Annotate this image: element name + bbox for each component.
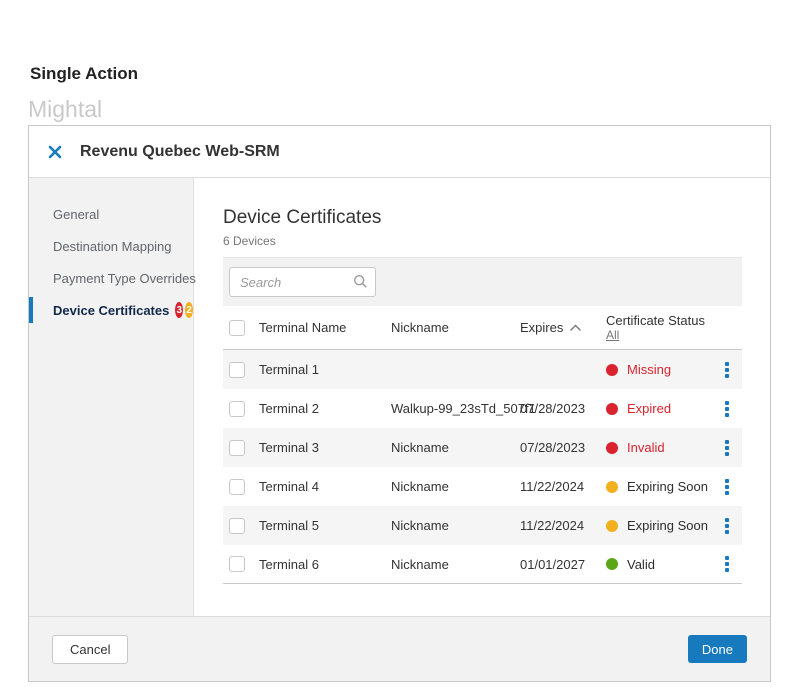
search-field-wrap	[229, 267, 376, 297]
expires-date: 01/01/2027	[520, 556, 586, 572]
terminal-name: Terminal 1	[259, 362, 319, 377]
nickname: Walkup-99_23sTd_507f1	[391, 401, 536, 416]
sidebar-item-label: Payment Type Overrides	[53, 270, 196, 286]
cancel-button[interactable]: Cancel	[52, 634, 129, 664]
status-label: Invalid	[627, 440, 665, 455]
sidebar-item-label: Destination Mapping	[53, 238, 172, 254]
sidebar-item-payment-type-overrides[interactable]: Payment Type Overrides	[29, 262, 196, 294]
row-menu-kebab-icon[interactable]	[721, 397, 733, 421]
row-menu-kebab-icon[interactable]	[721, 514, 733, 538]
row-menu-kebab-icon[interactable]	[721, 436, 733, 460]
status-dot-icon	[606, 441, 618, 454]
row-checkbox[interactable]	[229, 517, 245, 534]
status-label: Expired	[627, 401, 672, 416]
terminal-name: Terminal 3	[259, 440, 319, 455]
row-checkbox[interactable]	[229, 478, 245, 495]
certificate-status: Expiring Soon	[606, 518, 712, 533]
status-label: Expiring Soon	[627, 479, 708, 494]
terminal-name: Terminal 6	[259, 556, 319, 572]
modal-body: General Destination Mapping Payment Type…	[29, 178, 770, 616]
status-label: Expiring Soon	[627, 518, 708, 533]
sidebar: General Destination Mapping Payment Type…	[29, 178, 196, 616]
row-menu-kebab-icon[interactable]	[721, 475, 733, 499]
certificate-status: Expired	[606, 401, 712, 416]
terminal-name: Terminal 2	[259, 401, 319, 416]
terminal-name: Terminal 4	[259, 479, 319, 494]
x-glyph	[48, 145, 62, 158]
row-checkbox[interactable]	[229, 556, 245, 572]
status-dot-icon	[606, 480, 618, 493]
col-certificate-status: Certificate Status All	[606, 313, 712, 343]
table-row: Terminal 3 Nickname 07/28/2023 Invalid	[223, 428, 742, 467]
col-terminal-name: Terminal Name	[259, 320, 347, 335]
table-row: Terminal 5 Nickname 11/22/2024 Expiring …	[223, 506, 742, 545]
certificate-status: Invalid	[606, 440, 712, 455]
table-row: Terminal 6 Nickname 01/01/2027 Valid	[223, 545, 742, 584]
row-checkbox[interactable]	[229, 439, 245, 456]
content-panel: Device Certificates 6 Devices Search Ter…	[194, 178, 770, 616]
sidebar-item-general[interactable]: General	[29, 198, 193, 230]
sidebar-item-device-certificates[interactable]: Device Certificates 3 2	[29, 294, 193, 326]
table-row: Terminal 4 Nickname 11/22/2024 Expiring …	[223, 467, 742, 506]
row-menu-kebab-icon[interactable]	[721, 552, 733, 576]
nickname: Nickname	[391, 556, 449, 572]
status-dot-icon	[606, 363, 618, 376]
status-filter-all-link[interactable]: All	[606, 328, 619, 343]
terminal-name: Terminal 5	[259, 518, 319, 533]
expires-date: 11/22/2024	[520, 518, 585, 533]
warning-count-badge: 2	[185, 302, 193, 318]
row-checkbox[interactable]	[229, 361, 245, 378]
expires-date: 11/22/2024	[520, 479, 585, 494]
modal-header: Revenu Quebec Web-SRM	[29, 126, 770, 178]
status-dot-icon	[606, 558, 618, 570]
status-dot-icon	[606, 519, 618, 532]
revenu-quebec-modal: Revenu Quebec Web-SRM General Destinatio…	[28, 125, 771, 682]
nickname: Nickname	[391, 479, 449, 494]
close-icon[interactable]	[47, 144, 63, 160]
modal-footer: Cancel Done	[29, 616, 770, 681]
page-subtitle: Mightal	[28, 96, 103, 122]
nickname: Nickname	[391, 440, 449, 455]
sidebar-item-label: General	[53, 206, 100, 222]
row-menu-kebab-icon[interactable]	[721, 358, 733, 382]
modal-title: Revenu Quebec Web-SRM	[80, 142, 280, 160]
table-toolbar	[223, 257, 742, 306]
content-title: Device Certificates	[223, 207, 382, 228]
select-all-cell	[223, 319, 259, 336]
expires-date: 07/28/2023	[520, 401, 586, 416]
sidebar-item-destination-mapping[interactable]: Destination Mapping	[29, 230, 193, 262]
certificate-status: Valid	[606, 557, 712, 572]
nickname: Nickname	[391, 518, 449, 533]
table-row: Terminal 1 Missing	[223, 350, 742, 389]
col-nickname: Nickname	[391, 320, 449, 335]
status-label: Valid	[627, 556, 655, 572]
device-count: 6 Devices	[223, 234, 276, 248]
expires-date: 07/28/2023	[520, 440, 586, 455]
error-count-badge: 3	[175, 302, 184, 318]
search-input[interactable]	[229, 267, 376, 297]
active-indicator-bar	[29, 297, 33, 323]
table-row: Terminal 2 Walkup-99_23sTd_507f1 07/28/2…	[223, 389, 742, 428]
certificate-status: Expiring Soon	[606, 479, 712, 494]
certificate-status: Missing	[606, 362, 712, 377]
col-expires-sort[interactable]: Expires	[520, 320, 606, 335]
col-status-label: Certificate Status	[606, 312, 705, 328]
row-checkbox[interactable]	[229, 400, 245, 417]
done-button[interactable]: Done	[687, 635, 747, 663]
sidebar-item-label: Device Certificates	[53, 302, 170, 318]
table-header-row: Terminal Name Nickname Expires Certifica…	[223, 306, 742, 350]
col-expires-label: Expires	[520, 320, 564, 335]
page-title: Single Action	[30, 64, 138, 83]
status-dot-icon	[606, 402, 618, 415]
chevron-up-icon	[570, 324, 582, 331]
select-all-checkbox[interactable]	[229, 319, 245, 336]
status-label: Missing	[627, 362, 672, 377]
